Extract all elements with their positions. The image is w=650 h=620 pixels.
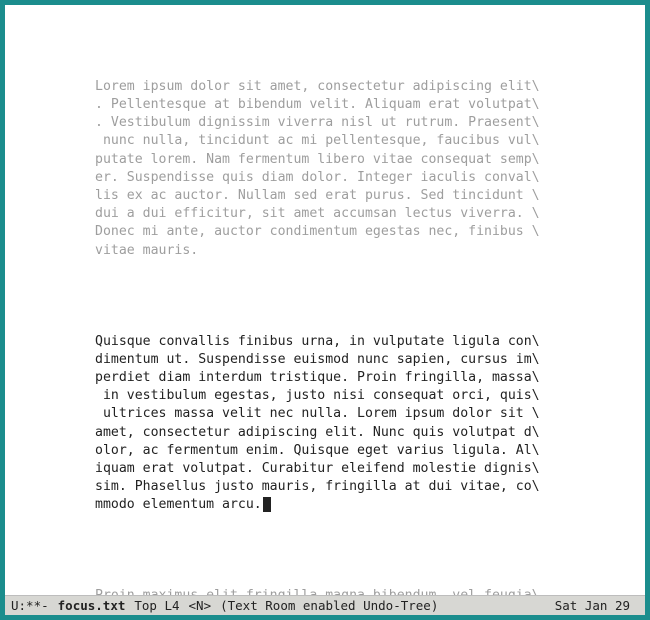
text-line: vitae mauris. xyxy=(95,243,198,258)
modeline-encoding: <N> xyxy=(189,596,221,615)
paragraph-dim-above: Lorem ipsum dolor sit amet, consectetur … xyxy=(95,78,605,260)
modeline-spacer xyxy=(447,596,554,615)
modeline-position: Top L4 xyxy=(134,596,188,615)
text-cursor xyxy=(263,497,271,512)
text-line: perdiet diam interdum tristique. Proin f… xyxy=(95,370,540,385)
text-line: in vestibulum egestas, justo nisi conseq… xyxy=(95,388,540,403)
text-line: . Pellentesque at bibendum velit. Aliqua… xyxy=(95,97,540,112)
text-line: sim. Phasellus justo mauris, fringilla a… xyxy=(95,479,540,494)
modeline-status: U:**- xyxy=(11,596,58,615)
text-line: Lorem ipsum dolor sit amet, consectetur … xyxy=(95,79,540,94)
text-line: ultrices massa velit nec nulla. Lorem ip… xyxy=(95,406,540,421)
modeline-filename: focus.txt xyxy=(58,596,135,615)
paragraph-focused: Quisque convallis finibus urna, in vulpu… xyxy=(95,333,605,515)
text-line: iquam erat volutpat. Curabitur eleifend … xyxy=(95,461,540,476)
text-line: dimentum ut. Suspendisse euismod nunc sa… xyxy=(95,352,540,367)
text-line: amet, consectetur adipiscing elit. Nunc … xyxy=(95,425,540,440)
text-line: er. Suspendisse quis diam dolor. Integer… xyxy=(95,170,540,185)
modeline-modes: (Text Room enabled Undo-Tree) xyxy=(220,596,447,615)
mode-line[interactable]: U:**- focus.txt Top L4 <N> (Text Room en… xyxy=(5,595,645,615)
text-line: Quisque convallis finibus urna, in vulpu… xyxy=(95,334,540,349)
text-buffer[interactable]: Lorem ipsum dolor sit amet, consectetur … xyxy=(5,5,645,620)
text-line: mmodo elementum arcu. xyxy=(95,497,262,512)
text-line: nunc nulla, tincidunt ac mi pellentesque… xyxy=(95,133,540,148)
text-line: olor, ac fermentum enim. Quisque eget va… xyxy=(95,443,540,458)
text-line-last: mmodo elementum arcu. xyxy=(95,497,271,512)
text-line: . Vestibulum dignissim viverra nisl ut r… xyxy=(95,115,540,130)
text-line: Donec mi ante, auctor condimentum egesta… xyxy=(95,224,540,239)
text-line: putate lorem. Nam fermentum libero vitae… xyxy=(95,152,540,167)
editor-frame: Lorem ipsum dolor sit amet, consectetur … xyxy=(0,0,650,620)
text-line: dui a dui efficitur, sit amet accumsan l… xyxy=(95,206,540,221)
modeline-date: Sat Jan 29 xyxy=(555,596,639,615)
text-line: lis ex ac auctor. Nullam sed erat purus.… xyxy=(95,188,540,203)
